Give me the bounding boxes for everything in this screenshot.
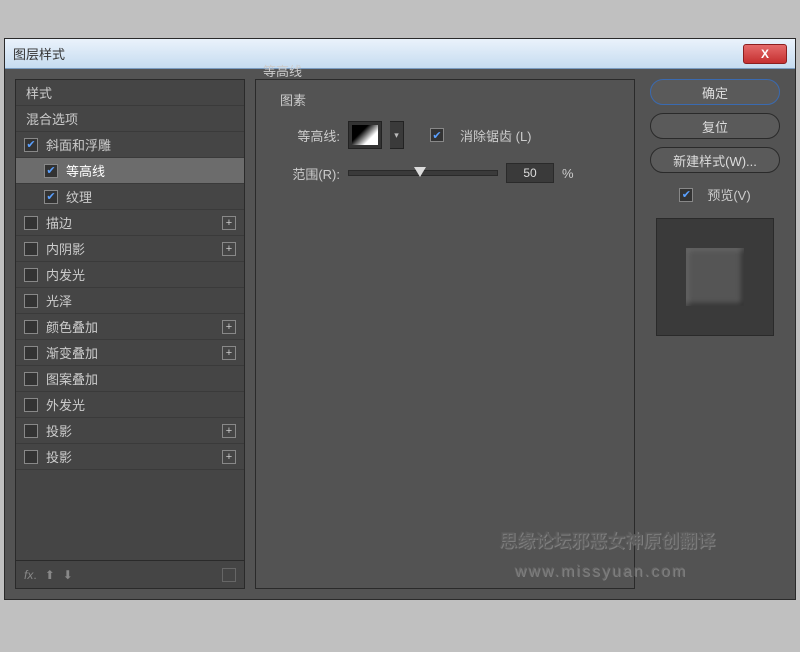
style-checkbox[interactable] — [24, 450, 38, 464]
add-effect-icon[interactable]: + — [222, 216, 236, 230]
titlebar[interactable]: 图层样式 X — [5, 39, 795, 69]
action-panel: 确定 复位 新建样式(W)... 预览(V) — [645, 79, 785, 589]
preview-label: 预览(V) — [707, 185, 750, 204]
style-item[interactable]: 描边 + — [16, 210, 244, 236]
style-checkbox[interactable] — [24, 424, 38, 438]
add-effect-icon[interactable]: + — [222, 320, 236, 334]
style-checkbox[interactable] — [24, 294, 38, 308]
style-label: 描边 — [46, 213, 72, 232]
range-slider[interactable] — [348, 170, 498, 176]
style-label: 渐变叠加 — [46, 343, 98, 362]
add-effect-icon[interactable]: + — [222, 450, 236, 464]
style-label: 纹理 — [66, 187, 92, 206]
antialias-label: 消除锯齿 (L) — [460, 126, 532, 145]
contour-picker[interactable] — [348, 121, 382, 149]
subsection-title: 图素 — [280, 90, 620, 109]
contour-label: 等高线: — [270, 126, 340, 145]
window-title: 图层样式 — [13, 44, 743, 63]
style-label: 等高线 — [66, 161, 105, 180]
arrow-down-icon[interactable]: ⬇ — [63, 568, 73, 582]
style-label: 斜面和浮雕 — [46, 135, 111, 154]
style-item[interactable]: 投影 + — [16, 418, 244, 444]
style-item[interactable]: 等高线 — [16, 158, 244, 184]
styles-header[interactable]: 样式 — [16, 80, 244, 106]
preview-swatch — [686, 248, 744, 306]
style-item[interactable]: 纹理 — [16, 184, 244, 210]
style-item[interactable]: 渐变叠加 + — [16, 340, 244, 366]
antialias-checkbox[interactable] — [430, 128, 444, 142]
styles-footer: fx . ⬆ ⬇ — [16, 560, 244, 588]
add-effect-icon[interactable]: + — [222, 346, 236, 360]
contour-dropdown-icon[interactable]: ▾ — [390, 121, 404, 149]
dot-icon: . — [33, 568, 36, 582]
style-label: 投影 — [46, 447, 72, 466]
add-effect-icon[interactable]: + — [222, 242, 236, 256]
style-item[interactable]: 光泽 — [16, 288, 244, 314]
style-item[interactable]: 内发光 — [16, 262, 244, 288]
ok-button[interactable]: 确定 — [650, 79, 780, 105]
blend-options-header[interactable]: 混合选项 — [16, 106, 244, 132]
layer-style-dialog: 图层样式 X 样式 混合选项 斜面和浮雕等高线纹理描边+内阴影+内发光光泽颜色叠… — [4, 38, 796, 600]
range-label: 范围(R): — [270, 164, 340, 183]
trash-icon[interactable] — [222, 568, 236, 582]
content-area: 样式 混合选项 斜面和浮雕等高线纹理描边 + 内阴影 + 内发光光泽颜色叠加 + 渐变叠加 +… — [5, 69, 795, 599]
add-effect-icon[interactable]: + — [222, 424, 236, 438]
style-item[interactable]: 颜色叠加 + — [16, 314, 244, 340]
close-button[interactable]: X — [743, 44, 787, 64]
style-item[interactable]: 斜面和浮雕 — [16, 132, 244, 158]
style-checkbox[interactable] — [24, 138, 38, 152]
style-item[interactable]: 内阴影 + — [16, 236, 244, 262]
style-label: 颜色叠加 — [46, 317, 98, 336]
reset-button[interactable]: 复位 — [650, 113, 780, 139]
section-title: 等高线 — [263, 61, 302, 80]
style-checkbox[interactable] — [24, 216, 38, 230]
style-checkbox[interactable] — [24, 242, 38, 256]
preview-checkbox[interactable] — [679, 188, 693, 202]
range-input[interactable] — [506, 163, 554, 183]
style-checkbox[interactable] — [24, 398, 38, 412]
style-item[interactable]: 外发光 — [16, 392, 244, 418]
style-label: 内发光 — [46, 265, 85, 284]
style-label: 光泽 — [46, 291, 72, 310]
new-style-button[interactable]: 新建样式(W)... — [650, 147, 780, 173]
fx-icon[interactable]: fx — [24, 568, 33, 582]
settings-panel: 图素 等高线: ▾ 消除锯齿 (L) 范围(R): % — [255, 79, 635, 589]
style-label: 投影 — [46, 421, 72, 440]
styles-panel: 样式 混合选项 斜面和浮雕等高线纹理描边 + 内阴影 + 内发光光泽颜色叠加 + 渐变叠加 +… — [15, 79, 245, 589]
style-item[interactable]: 投影 + — [16, 444, 244, 470]
range-unit: % — [562, 166, 574, 181]
slider-thumb-icon[interactable] — [414, 167, 426, 177]
style-checkbox[interactable] — [24, 320, 38, 334]
style-checkbox[interactable] — [44, 190, 58, 204]
style-label: 外发光 — [46, 395, 85, 414]
style-label: 图案叠加 — [46, 369, 98, 388]
style-checkbox[interactable] — [24, 372, 38, 386]
arrow-up-icon[interactable]: ⬆ — [45, 568, 55, 582]
style-checkbox[interactable] — [24, 346, 38, 360]
style-checkbox[interactable] — [24, 268, 38, 282]
style-item[interactable]: 图案叠加 — [16, 366, 244, 392]
preview-box — [656, 218, 774, 336]
style-checkbox[interactable] — [44, 164, 58, 178]
style-label: 内阴影 — [46, 239, 85, 258]
